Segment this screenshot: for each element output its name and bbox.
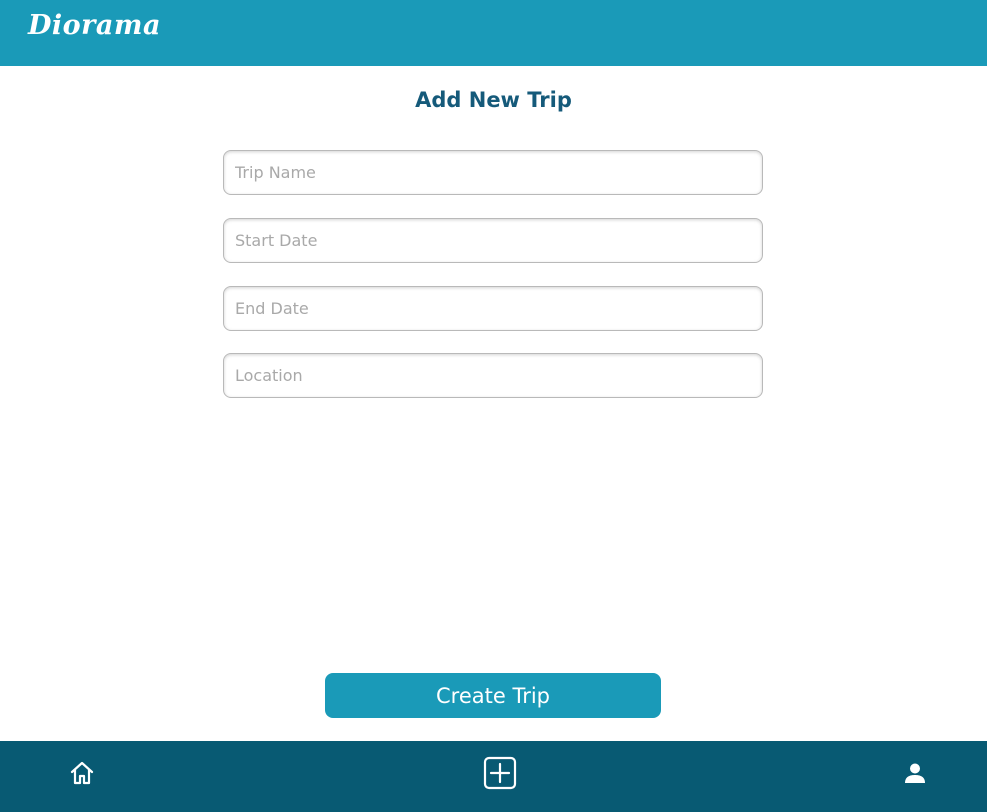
nav-profile-button[interactable] bbox=[895, 755, 935, 795]
location-input[interactable] bbox=[223, 353, 763, 398]
top-header: Diorama bbox=[0, 0, 987, 66]
nav-add-trip-button[interactable] bbox=[480, 755, 520, 795]
start-date-input[interactable] bbox=[223, 218, 763, 263]
app-logo[interactable]: Diorama bbox=[28, 10, 161, 41]
page-title: Add New Trip bbox=[415, 88, 572, 112]
trip-name-input[interactable] bbox=[223, 150, 763, 195]
add-square-icon bbox=[483, 756, 517, 794]
bottom-nav bbox=[0, 741, 987, 812]
nav-home-button[interactable] bbox=[62, 755, 102, 795]
person-icon bbox=[902, 760, 928, 790]
home-icon bbox=[69, 760, 95, 790]
end-date-input[interactable] bbox=[223, 286, 763, 331]
create-trip-button[interactable]: Create Trip bbox=[325, 673, 661, 718]
